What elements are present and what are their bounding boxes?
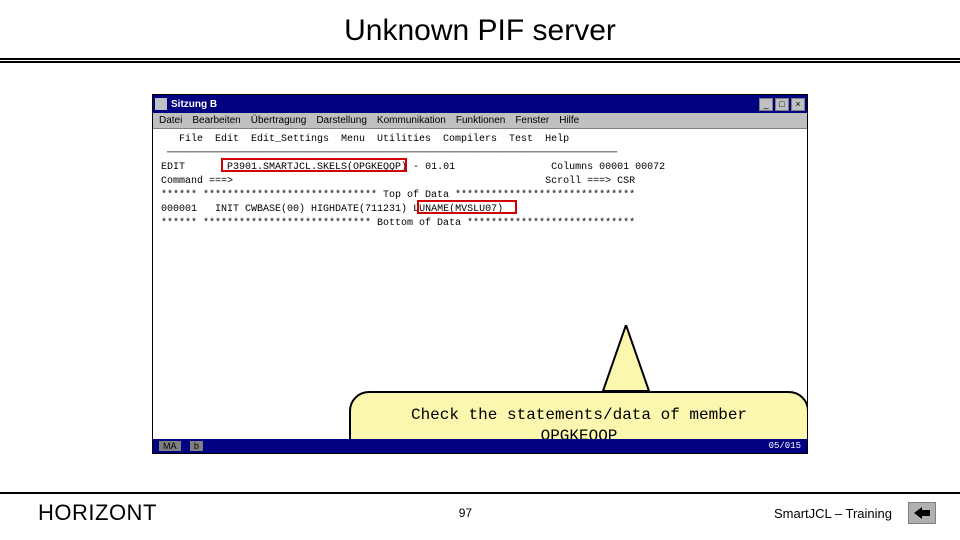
line-number: 000001 (161, 204, 197, 215)
page-number: 97 (459, 506, 472, 520)
menu-darstellung[interactable]: Darstellung (316, 115, 367, 126)
footer-brand: HORIZONT (38, 500, 157, 526)
init-stmt-prefix: INIT CWBASE(00) HIGHDATE(711231) (197, 204, 407, 215)
terminal-area: File Edit Edit_Settings Menu Utilities C… (153, 129, 807, 439)
ispf-menu-row: File Edit Edit_Settings Menu Utilities C… (161, 133, 799, 147)
status-ma: MA (159, 441, 181, 451)
status-cursor-pos: 05/015 (769, 441, 801, 451)
highlight-dataset (221, 158, 407, 172)
menu-datei[interactable]: Datei (159, 115, 182, 126)
window-title: Sitzung B (171, 99, 217, 110)
menu-hilfe[interactable]: Hilfe (559, 115, 579, 126)
callout-pointer-icon (601, 325, 651, 395)
app-icon (155, 98, 167, 110)
divider-top-1 (0, 58, 960, 60)
minimize-button[interactable]: _ (759, 98, 773, 111)
command-prompt[interactable]: Command ===> (161, 176, 233, 187)
slide-title: Unknown PIF server (0, 0, 960, 58)
menu-uebertragung[interactable]: Übertragung (251, 115, 307, 126)
scroll-info: Scroll ===> CSR (545, 176, 635, 187)
maximize-button[interactable]: □ (775, 98, 789, 111)
menu-bearbeiten[interactable]: Bearbeiten (192, 115, 240, 126)
screenshot-window: Sitzung B _ □ × Datei Bearbeiten Übertra… (152, 94, 808, 454)
bottom-of-data-row: ****** **************************** Bott… (161, 217, 799, 231)
slide-footer: HORIZONT 97 SmartJCL – Training (0, 492, 960, 540)
highlight-luname (417, 200, 517, 214)
command-row: Command ===> Scroll ===> CSR (161, 175, 799, 189)
edit-suffix: - 01.01 (413, 162, 455, 173)
window-titlebar: Sitzung B _ □ × (153, 95, 807, 113)
menu-fenster[interactable]: Fenster (515, 115, 549, 126)
edit-label: EDIT (161, 162, 185, 173)
columns-info: Columns 00001 00072 (551, 162, 665, 173)
nav-back-button[interactable] (908, 502, 936, 524)
menu-kommunikation[interactable]: Kommunikation (377, 115, 446, 126)
close-button[interactable]: × (791, 98, 805, 111)
callout: Check the statements/data of member OPGK… (349, 391, 807, 439)
window-statusbar: MA b 05/015 (153, 439, 807, 453)
menu-funktionen[interactable]: Funktionen (456, 115, 505, 126)
status-b: b (190, 441, 203, 451)
window-menubar: Datei Bearbeiten Übertragung Darstellung… (153, 113, 807, 129)
divider-top-2 (0, 61, 960, 63)
arrow-left-icon (914, 507, 930, 519)
footer-course-name: SmartJCL – Training (774, 506, 892, 521)
callout-line-1: Check the statements/data of member OPGK… (369, 405, 789, 439)
